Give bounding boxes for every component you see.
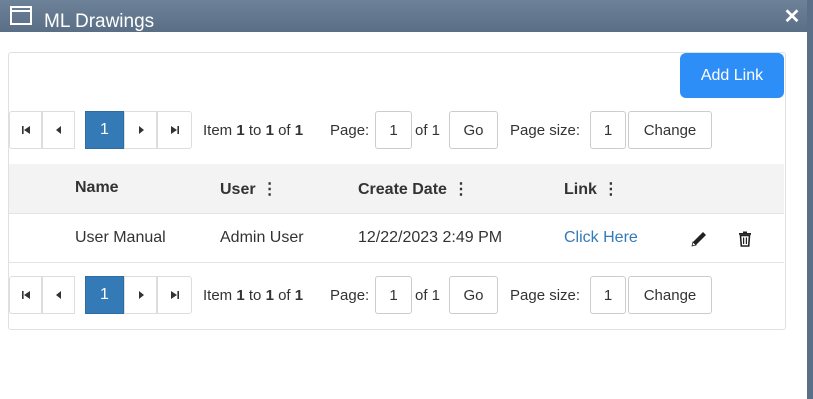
column-link-label: Link xyxy=(564,181,597,198)
page-count: of 1 xyxy=(415,287,441,304)
cell-create-date: 12/22/2023 2:49 PM xyxy=(358,229,503,246)
page-label: Page: xyxy=(330,122,370,139)
column-create-date[interactable]: Create Date ⋮ xyxy=(358,179,469,199)
column-user[interactable]: User ⋮ xyxy=(220,179,278,199)
item-prefix: Item xyxy=(203,122,233,139)
last-page-icon[interactable] xyxy=(157,276,192,314)
next-page-icon[interactable] xyxy=(124,276,157,314)
item-prefix: Item xyxy=(203,287,233,304)
page-label: Page: xyxy=(330,287,370,304)
dialog-title: ML Drawings xyxy=(44,11,155,32)
page-size-input[interactable] xyxy=(590,111,626,149)
item-total: 1 xyxy=(294,122,304,139)
column-name-label: Name xyxy=(75,179,119,196)
item-from: 1 xyxy=(236,122,245,139)
table-header: Name User ⋮ Create Date ⋮ Link ⋮ xyxy=(9,164,784,214)
first-page-icon[interactable] xyxy=(9,276,42,314)
current-page-button[interactable]: 1 xyxy=(85,111,124,149)
item-to: 1 xyxy=(265,287,274,304)
change-button[interactable]: Change xyxy=(628,111,712,149)
window-icon xyxy=(10,6,32,25)
pager-bottom: 1 Item 1 to 1 of 1 Page: of 1 Go Page si… xyxy=(9,276,779,316)
cell-name: User Manual xyxy=(75,229,166,246)
item-to: 1 xyxy=(265,122,274,139)
column-menu-icon[interactable]: ⋮ xyxy=(453,179,469,199)
go-button[interactable]: Go xyxy=(449,111,498,149)
item-to-word: to xyxy=(248,122,262,139)
item-from: 1 xyxy=(236,287,245,304)
page-size-label: Page size: xyxy=(510,122,581,139)
add-link-button[interactable]: Add Link xyxy=(680,53,784,98)
pager-top: 1 Item 1 to 1 of 1 Page: of 1 Go Page si… xyxy=(9,111,779,151)
item-range: Item 1 to 1 of 1 xyxy=(203,287,303,304)
click-here-link[interactable]: Click Here xyxy=(564,229,638,247)
go-button[interactable]: Go xyxy=(449,276,498,314)
close-icon[interactable]: ✕ xyxy=(782,7,802,27)
title-bar: ML Drawings ✕ xyxy=(0,0,807,32)
prev-page-icon[interactable] xyxy=(42,276,75,314)
page-count: of 1 xyxy=(415,122,441,139)
item-range: Item 1 to 1 of 1 xyxy=(203,122,303,139)
trash-icon[interactable] xyxy=(735,229,755,249)
table-row: User Manual Admin User 12/22/2023 2:49 P… xyxy=(9,214,784,263)
item-of-word: of xyxy=(278,287,291,304)
next-page-icon[interactable] xyxy=(124,111,157,149)
prev-page-icon[interactable] xyxy=(42,111,75,149)
dialog: ML Drawings ✕ Add Link 1 Item 1 to 1 of … xyxy=(0,0,807,399)
column-menu-icon[interactable]: ⋮ xyxy=(603,179,619,199)
change-button[interactable]: Change xyxy=(628,276,712,314)
page-size-input[interactable] xyxy=(590,276,626,314)
last-page-icon[interactable] xyxy=(157,111,192,149)
current-page-button[interactable]: 1 xyxy=(85,276,124,314)
background-strip xyxy=(807,0,813,399)
column-user-label: User xyxy=(220,181,256,198)
column-link[interactable]: Link ⋮ xyxy=(564,179,619,199)
column-menu-icon[interactable]: ⋮ xyxy=(262,179,278,199)
column-create-date-label: Create Date xyxy=(358,181,447,198)
edit-icon[interactable] xyxy=(689,229,709,249)
cell-user: Admin User xyxy=(220,229,304,246)
page-number-input[interactable] xyxy=(375,111,412,149)
item-to-word: to xyxy=(248,287,262,304)
page-size-label: Page size: xyxy=(510,287,581,304)
item-of-word: of xyxy=(278,122,291,139)
column-name[interactable]: Name xyxy=(75,179,119,197)
item-total: 1 xyxy=(294,287,304,304)
first-page-icon[interactable] xyxy=(9,111,42,149)
page-number-input[interactable] xyxy=(375,276,412,314)
